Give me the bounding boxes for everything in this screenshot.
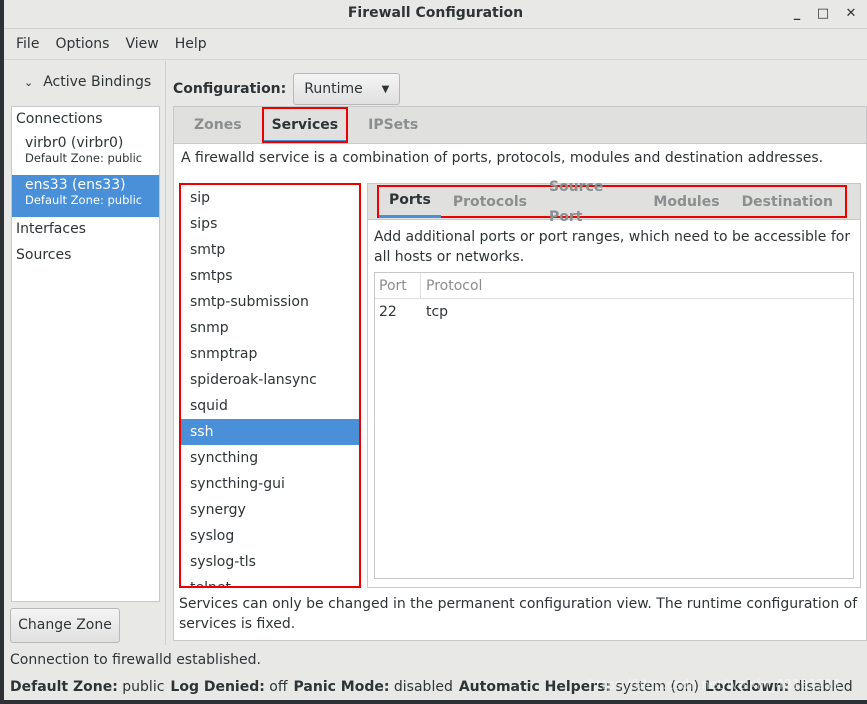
menu-file[interactable]: File [8,36,47,52]
service-item[interactable]: sips [181,211,359,237]
service-item[interactable]: spideroak-lansync [181,367,359,393]
service-item[interactable]: syslog [181,523,359,549]
menu-help[interactable]: Help [167,36,215,52]
connection-zone: Default Zone: public [25,193,143,207]
service-item[interactable]: squid [181,393,359,419]
active-bindings-label: Active Bindings [43,74,152,90]
service-item[interactable]: syslog-tls [181,549,359,575]
service-details: Ports Protocols Source Port Modules Dest… [367,179,861,588]
service-item[interactable]: telnet [181,575,359,586]
services-description: A firewalld service is a combination of … [181,150,824,166]
info-key: Panic Mode: [293,679,390,695]
service-item[interactable]: smtp-submission [181,289,359,315]
service-item[interactable]: sip [181,185,359,211]
port-cell: 22 [379,304,397,320]
services-footer-note: Services can only be changed in the perm… [179,596,858,632]
info-key: Default Zone: [10,679,118,695]
info-item: Log Denied: off [170,679,287,695]
services-list[interactable]: sip sips smtp smtps smtp-submission snmp snmpt… [179,183,361,588]
menu-view[interactable]: View [117,36,166,52]
service-item[interactable]: smtps [181,263,359,289]
close-button[interactable]: ✕ [841,4,861,24]
info-value: off [269,679,288,695]
tab-ipsets[interactable]: IPSets [358,107,428,143]
connection-zone: Default Zone: public [25,151,143,165]
subtab-source-port[interactable]: Source Port [539,172,641,232]
active-bindings-toggle[interactable]: ⌄ Active Bindings [24,74,151,90]
connection-name: ens33 (ens33) [25,177,126,193]
info-item: Default Zone: public [10,679,164,695]
subtab-modules[interactable]: Modules [643,187,729,217]
interfaces-header[interactable]: Interfaces [12,217,159,243]
main-tabs: Zones Services IPSets [174,107,866,144]
tab-services[interactable]: Services [261,107,349,143]
service-item[interactable]: snmptrap [181,341,359,367]
dropdown-arrow-icon: ▼ [381,83,390,95]
change-zone-button[interactable]: Change Zone [10,608,120,643]
main-notebook: Zones Services IPSets A firewalld servic… [173,106,867,641]
info-key: Log Denied: [170,679,265,695]
info-value: disabled [393,679,453,695]
subtab-protocols[interactable]: Protocols [443,187,537,217]
status-message: Connection to firewalld established. [10,652,261,668]
column-port[interactable]: Port [375,273,421,298]
configuration-label: Configuration: [173,81,287,97]
configuration-dropdown[interactable]: Runtime ▼ [293,73,401,105]
ports-table: Port Protocol 22 tcp [374,272,854,579]
watermark: https://blog.csdn.net/weixin_48191211 [588,678,842,693]
service-item[interactable]: synergy [181,497,359,523]
table-row[interactable]: 22 tcp [375,299,853,325]
service-item[interactable]: syncthing-gui [181,471,359,497]
maximize-button[interactable]: □ [813,4,833,24]
menu-bar: File Options View Help [4,29,867,60]
menu-options[interactable]: Options [47,36,117,52]
subtab-destination[interactable]: Destination [732,187,843,217]
connection-name: virbr0 (virbr0) [25,135,124,151]
firewall-window: Firewall Configuration _ □ ✕ File Option… [4,0,867,700]
connections-header[interactable]: Connections [12,107,159,133]
protocol-cell: tcp [426,304,449,320]
left-pane: ⌄ Active Bindings Connections virbr0 (vi… [4,61,166,645]
subtab-ports[interactable]: Ports [379,185,441,218]
bindings-list: Connections virbr0 (virbr0) Default Zone… [11,106,160,602]
chevron-down-icon: ⌄ [24,75,34,89]
service-item[interactable]: smtp [181,237,359,263]
window-title: Firewall Configuration [347,5,524,21]
info-value: public [122,679,165,695]
sources-header[interactable]: Sources [12,243,159,269]
service-item[interactable]: snmp [181,315,359,341]
info-item: Panic Mode: disabled [294,679,453,695]
connection-item-selected[interactable]: ens33 (ens33) Default Zone: public [12,175,159,217]
main-pane: Configuration: Runtime ▼ Zones Services … [166,61,867,645]
minimize-button[interactable]: _ [787,4,807,24]
title-bar: Firewall Configuration _ □ ✕ [4,0,867,29]
connection-item[interactable]: virbr0 (virbr0) Default Zone: public [12,133,159,175]
ports-table-header: Port Protocol [375,273,853,299]
configuration-row: Configuration: Runtime ▼ [173,73,401,105]
column-protocol[interactable]: Protocol [421,273,482,298]
service-item[interactable]: ssh [181,419,359,445]
service-subtabs: Ports Protocols Source Port Modules Dest… [368,179,860,225]
tab-zones[interactable]: Zones [184,107,252,143]
service-item[interactable]: syncthing [181,445,359,471]
configuration-value: Runtime [304,81,363,97]
